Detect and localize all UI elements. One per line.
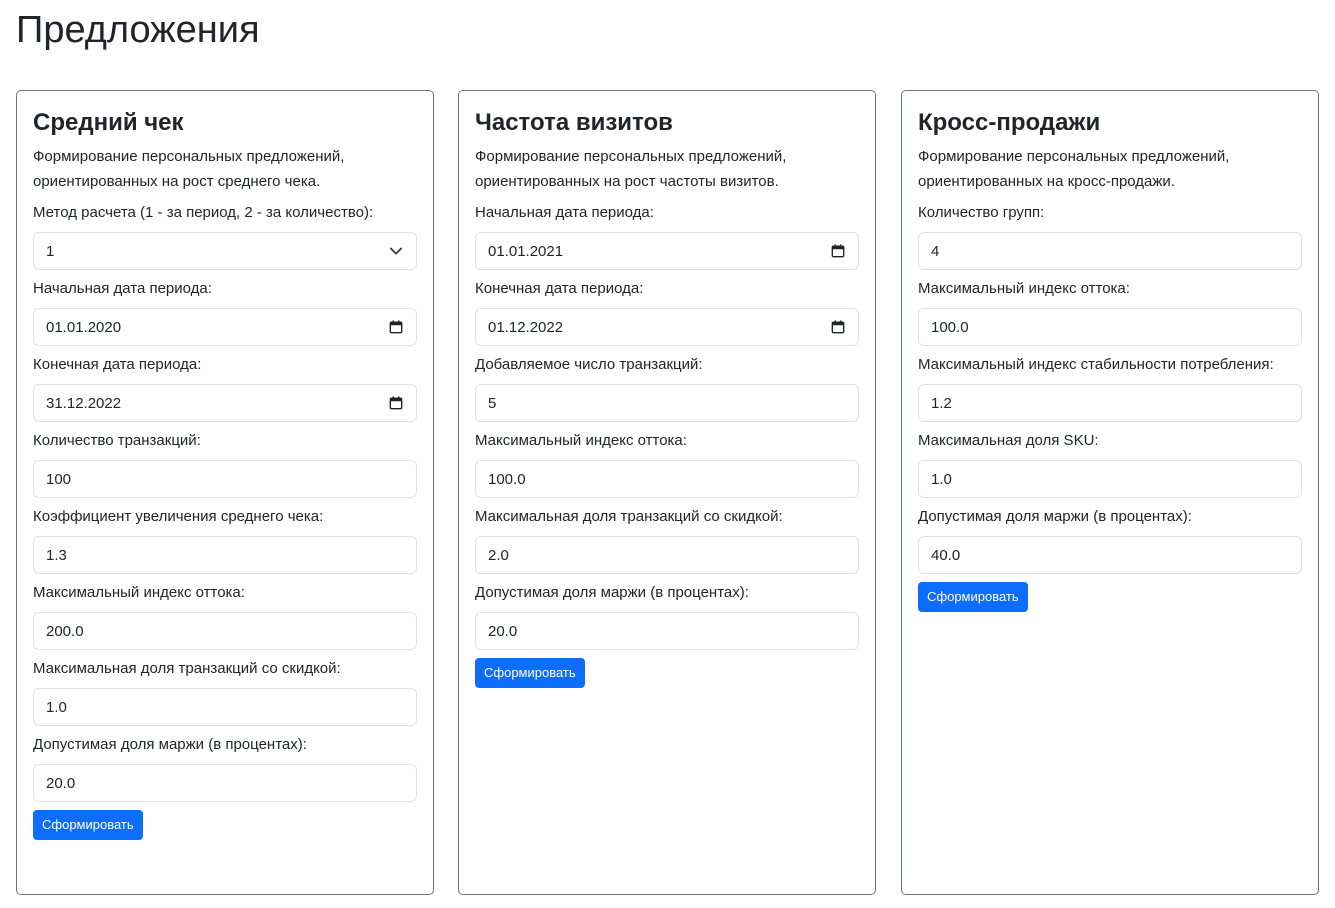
field-value: 4 [931, 242, 940, 260]
field-value: 1.0 [931, 470, 952, 488]
field-label: Максимальный индекс оттока: [918, 280, 1130, 297]
number-input[interactable]: 2.0 [475, 536, 859, 574]
submit-button[interactable]: Сформировать [918, 582, 1028, 612]
calendar-icon[interactable] [388, 395, 404, 411]
field-value: 20.0 [488, 622, 518, 640]
field-label: Максимальная доля транзакций со скидкой: [475, 508, 783, 525]
form-field: Допустимая доля маржи (в процентах): 20.0 [33, 732, 417, 802]
date-input[interactable]: 01.12.2022 [475, 308, 859, 346]
calendar-icon[interactable] [388, 319, 404, 335]
form-field: Максимальный индекс оттока: 200.0 [33, 580, 417, 650]
number-input[interactable]: 200.0 [33, 612, 417, 650]
number-input[interactable]: 100.0 [475, 460, 859, 498]
number-input[interactable]: 5 [475, 384, 859, 422]
form-field: Конечная дата периода: 31.12.2022 [33, 352, 417, 422]
form-field: Количество групп: 4 [918, 200, 1302, 270]
card-description: Формирование персональных предложений, о… [918, 148, 1230, 190]
field-value: 100 [46, 470, 72, 488]
number-input[interactable]: 20.0 [33, 764, 417, 802]
date-input[interactable]: 01.01.2020 [33, 308, 417, 346]
field-label: Добавляемое число транзакций: [475, 356, 703, 373]
submit-button[interactable]: Сформировать [33, 810, 143, 840]
card-cross-sell: Кросс-продажи Формирование персональных … [901, 90, 1319, 895]
form-field: Коэффициент увеличения среднего чека: 1.3 [33, 504, 417, 574]
field-value: 31.12.2022 [46, 394, 122, 412]
card-description: Формирование персональных предложений, о… [33, 148, 345, 190]
field-label: Количество групп: [918, 204, 1045, 221]
field-value: 1.2 [931, 394, 952, 412]
form-field: Начальная дата периода: 01.01.2021 [475, 200, 859, 270]
field-label: Максимальная доля транзакций со скидкой: [33, 660, 341, 677]
field-label: Допустимая доля маржи (в процентах): [33, 736, 307, 753]
page-title: Предложения [16, 9, 260, 51]
field-value: 100.0 [488, 470, 526, 488]
form-field: Начальная дата периода: 01.01.2020 [33, 276, 417, 346]
number-input[interactable]: 100.0 [918, 308, 1302, 346]
form-fields: Начальная дата периода: 01.01.2021 Конечна… [475, 200, 859, 650]
field-label: Метод расчета (1 - за период, 2 - за кол… [33, 204, 374, 221]
form-field: Максимальный индекс оттока: 100.0 [918, 276, 1302, 346]
field-value: 1 [46, 242, 55, 260]
form-fields: Количество групп: 4 Максимальный индекс от… [918, 200, 1302, 574]
card-title: Средний чек [33, 109, 184, 136]
number-input[interactable]: 1.3 [33, 536, 417, 574]
field-value: 01.01.2020 [46, 318, 122, 336]
field-value: 20.0 [46, 774, 76, 792]
date-input[interactable]: 01.01.2021 [475, 232, 859, 270]
field-value: 2.0 [488, 546, 509, 564]
chevron-down-icon[interactable] [388, 243, 404, 259]
field-value: 5 [488, 394, 497, 412]
field-label: Максимальный индекс оттока: [475, 432, 687, 449]
form-field: Максимальный индекс стабильности потребл… [918, 352, 1302, 422]
form-field: Добавляемое число транзакций: 5 [475, 352, 859, 422]
field-label: Допустимая доля маржи (в процентах): [918, 508, 1192, 525]
number-input[interactable]: 1.2 [918, 384, 1302, 422]
field-label: Допустимая доля маржи (в процентах): [475, 584, 749, 601]
calendar-icon[interactable] [830, 243, 846, 259]
number-input[interactable]: 1.0 [33, 688, 417, 726]
field-value: 01.12.2022 [488, 318, 564, 336]
field-label: Максимальный индекс оттока: [33, 584, 245, 601]
field-label: Максимальная доля SKU: [918, 432, 1099, 449]
field-value: 1.3 [46, 546, 67, 564]
form-fields: Метод расчета (1 - за период, 2 - за кол… [33, 200, 417, 802]
form-field: Максимальная доля транзакций со скидкой:… [33, 656, 417, 726]
field-label: Количество транзакций: [33, 432, 201, 449]
field-value: 40.0 [931, 546, 961, 564]
field-value: 1.0 [46, 698, 67, 716]
date-input[interactable]: 31.12.2022 [33, 384, 417, 422]
form-field: Максимальная доля SKU: 1.0 [918, 428, 1302, 498]
form-field: Максимальная доля транзакций со скидкой:… [475, 504, 859, 574]
form-field: Конечная дата периода: 01.12.2022 [475, 276, 859, 346]
card-visit-frequency: Частота визитов Формирование персональны… [458, 90, 876, 895]
field-value: 100.0 [931, 318, 969, 336]
calendar-icon[interactable] [830, 319, 846, 335]
field-label: Конечная дата периода: [475, 280, 644, 297]
number-input[interactable]: 1.0 [918, 460, 1302, 498]
card-title: Кросс-продажи [918, 109, 1101, 136]
field-label: Максимальный индекс стабильности потребл… [918, 356, 1274, 373]
form-field: Максимальный индекс оттока: 100.0 [475, 428, 859, 498]
form-field: Метод расчета (1 - за период, 2 - за кол… [33, 200, 417, 270]
field-label: Начальная дата периода: [33, 280, 212, 297]
field-label: Коэффициент увеличения среднего чека: [33, 508, 324, 525]
card-title: Частота визитов [475, 109, 673, 136]
number-input[interactable]: 100 [33, 460, 417, 498]
submit-button[interactable]: Сформировать [475, 658, 585, 688]
form-field: Допустимая доля маржи (в процентах): 40.0 [918, 504, 1302, 574]
number-input[interactable]: 40.0 [918, 536, 1302, 574]
card-average-check: Средний чек Формирование персональных пр… [16, 90, 434, 895]
field-label: Начальная дата периода: [475, 204, 654, 221]
card-description: Формирование персональных предложений, о… [475, 148, 787, 190]
number-input[interactable]: 4 [918, 232, 1302, 270]
method-select[interactable]: 1 [33, 232, 417, 270]
number-input[interactable]: 20.0 [475, 612, 859, 650]
form-field: Количество транзакций: 100 [33, 428, 417, 498]
field-label: Конечная дата периода: [33, 356, 202, 373]
field-value: 01.01.2021 [488, 242, 564, 260]
form-field: Допустимая доля маржи (в процентах): 20.0 [475, 580, 859, 650]
field-value: 200.0 [46, 622, 84, 640]
